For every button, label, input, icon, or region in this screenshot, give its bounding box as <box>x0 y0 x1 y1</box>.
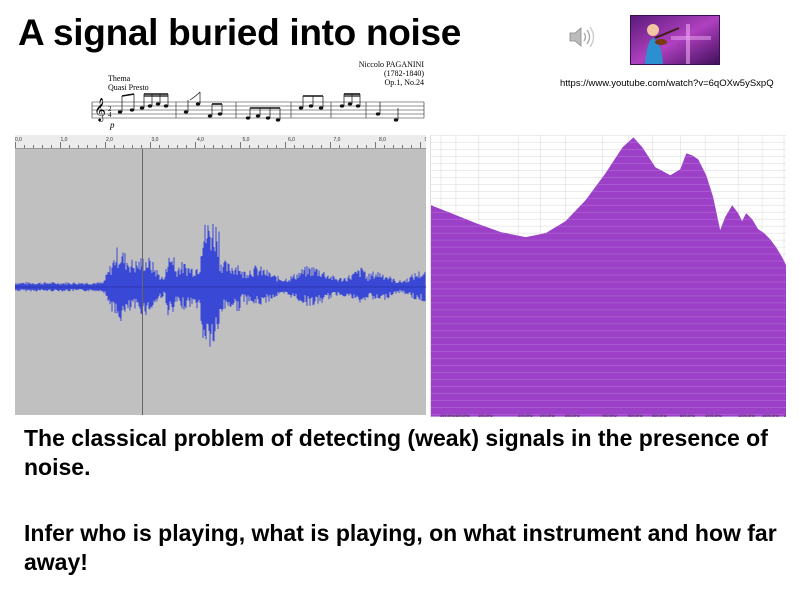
score-tempo-label: Quasi Presto <box>108 83 149 92</box>
frequency-tick-label: 2 <box>784 413 787 418</box>
score-thema-label: Thema <box>108 74 131 83</box>
frequency-axis: 100,0Hz 120,0Hz 150,0Hz 200,0Hz 240,0Hz 300,0… <box>430 413 786 421</box>
frequency-spectrum <box>430 135 786 417</box>
time-tick-label: 3,0 <box>151 137 159 143</box>
inference-question: Infer who is playing, what is playing, o… <box>24 520 777 575</box>
audio-waveform: 0,0 1,0 2,0 3,0 4,0 5,0 6,0 7,0 8,0 9,0 <box>15 135 426 415</box>
frequency-tick-label: 500,0Hz <box>628 413 643 418</box>
frequency-tick-label: 100,0Hz <box>440 413 455 418</box>
playhead-cursor[interactable] <box>142 149 143 415</box>
time-ruler: 0,0 1,0 2,0 3,0 4,0 5,0 6,0 7,0 8,0 9,0 <box>15 135 426 149</box>
time-tick-label: 7,0 <box>333 137 341 143</box>
time-tick-label: 0,0 <box>15 137 22 143</box>
frequency-tick-label: 1000,0Hz <box>705 413 723 418</box>
score-tempo: Thema Quasi Presto <box>108 74 149 92</box>
time-tick-label: 2,0 <box>106 137 113 143</box>
dynamic-marking: p <box>109 120 115 130</box>
composer-dates: (1782-1840) <box>384 69 424 78</box>
spectrum-area <box>431 137 786 417</box>
frequency-tick-label: 1200,0Hz <box>738 413 756 418</box>
time-tick-label: 1,0 <box>60 137 68 143</box>
slide-title: A signal buried into noise <box>18 12 462 53</box>
svg-text:𝄞: 𝄞 <box>94 97 106 122</box>
composer-name: Niccolo PAGANINI <box>358 60 424 69</box>
time-tick-label: 9,0 <box>425 137 427 143</box>
frequency-tick-label: 150,0Hz <box>478 413 493 418</box>
waveform-trace <box>15 223 426 347</box>
video-url-link[interactable]: https://www.youtube.com/watch?v=6qOXw5yS… <box>560 78 774 89</box>
svg-text:4: 4 <box>108 111 112 119</box>
time-tick-label: 5,0 <box>242 137 250 143</box>
speaker-icon[interactable] <box>567 24 597 50</box>
score-composer: Niccolo PAGANINI (1782-1840) Op.1, No.24 <box>359 60 424 87</box>
opus-number: Op.1, No.24 <box>384 78 424 87</box>
frequency-tick-label: 1600,0Hz <box>762 413 780 418</box>
time-tick-label: 8,0 <box>379 137 386 143</box>
sheet-music: 𝄞 2 4 p Thema Quasi Presto Niccolo PAGAN… <box>86 60 428 130</box>
time-tick-label: 6,0 <box>288 137 295 143</box>
time-tick-label: 4,0 <box>197 137 204 143</box>
frequency-tick-label: 800,0Hz <box>680 413 695 418</box>
frequency-tick-label: 200,0Hz <box>518 413 533 418</box>
frequency-tick-label: 600,0Hz <box>652 413 667 418</box>
video-thumbnail[interactable] <box>630 15 720 65</box>
problem-statement: The classical problem of detecting (weak… <box>24 425 768 480</box>
frequency-tick-label: 240,0Hz <box>540 413 555 418</box>
frequency-tick-label: 120,0Hz <box>455 413 470 418</box>
frequency-tick-label: 300,0Hz <box>565 413 580 418</box>
frequency-tick-label: 400,0Hz <box>602 413 617 418</box>
